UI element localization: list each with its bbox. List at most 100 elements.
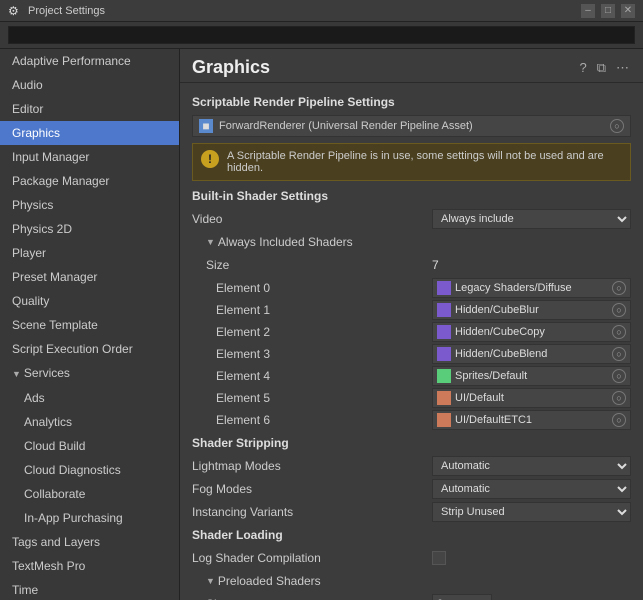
- element-0-label: Element 0: [192, 281, 432, 295]
- header-icons: ? ⧉ ⋯: [577, 58, 631, 78]
- element-0-circle-btn[interactable]: ○: [612, 281, 626, 295]
- element-5-value: UI/Default ○: [432, 388, 631, 408]
- sidebar-item-collaborate[interactable]: Collaborate: [0, 482, 179, 506]
- element-2-text: Hidden/CubeCopy: [455, 326, 612, 338]
- element-5-text: UI/Default: [455, 392, 612, 404]
- element-5-row: Element 5 UI/Default ○: [192, 388, 631, 408]
- close-button[interactable]: ✕: [621, 4, 635, 18]
- sidebar-item-scene-template[interactable]: Scene Template: [0, 313, 179, 337]
- element-3-text: Hidden/CubeBlend: [455, 348, 612, 360]
- lightmap-modes-select[interactable]: Automatic: [432, 456, 631, 476]
- sidebar-item-script-execution-order[interactable]: Script Execution Order: [0, 337, 179, 361]
- window-title: Project Settings: [28, 5, 105, 17]
- shader-loading-section-title: Shader Loading: [192, 528, 631, 542]
- instancing-variants-select[interactable]: Strip Unused: [432, 502, 631, 522]
- element-1-text: Hidden/CubeBlur: [455, 304, 612, 316]
- sidebar-item-textmesh-pro[interactable]: TextMesh Pro: [0, 554, 179, 578]
- video-select[interactable]: Always include: [432, 209, 631, 229]
- sidebar-item-audio[interactable]: Audio: [0, 73, 179, 97]
- sidebar-item-services[interactable]: ▼Services: [0, 361, 179, 386]
- warning-text: A Scriptable Render Pipeline is in use, …: [227, 150, 622, 174]
- more-options-icon[interactable]: ⋯: [614, 58, 631, 78]
- content-body: Scriptable Render Pipeline Settings ■ Fo…: [180, 83, 643, 600]
- search-bar: [0, 22, 643, 49]
- warning-icon: !: [201, 150, 219, 168]
- lightmap-modes-row: Lightmap Modes Automatic: [192, 456, 631, 476]
- title-bar-controls: – □ ✕: [581, 4, 635, 18]
- element-5-circle-btn[interactable]: ○: [612, 391, 626, 405]
- element-6-label: Element 6: [192, 413, 432, 427]
- element-2-label: Element 2: [192, 325, 432, 339]
- element-6-text: UI/DefaultETC1: [455, 414, 612, 426]
- fog-modes-select[interactable]: Automatic: [432, 479, 631, 499]
- element-2-circle-btn[interactable]: ○: [612, 325, 626, 339]
- ais-size-label: Size: [192, 258, 432, 272]
- element-1-icon: [437, 303, 451, 317]
- sidebar-item-cloud-diagnostics[interactable]: Cloud Diagnostics: [0, 458, 179, 482]
- srp-asset-icon: ■: [199, 119, 213, 133]
- srp-asset-name: ForwardRenderer (Universal Render Pipeli…: [219, 120, 610, 132]
- srp-asset-circle-btn[interactable]: ○: [610, 119, 624, 133]
- sidebar-item-physics-2d[interactable]: Physics 2D: [0, 217, 179, 241]
- sidebar-item-cloud-build[interactable]: Cloud Build: [0, 434, 179, 458]
- search-input[interactable]: [8, 26, 635, 44]
- sidebar-item-preset-manager[interactable]: Preset Manager: [0, 265, 179, 289]
- ais-triangle: ▼: [206, 237, 215, 247]
- element-0-icon: [437, 281, 451, 295]
- element-6-row: Element 6 UI/DefaultETC1 ○: [192, 410, 631, 430]
- element-3-value: Hidden/CubeBlend ○: [432, 344, 631, 364]
- fog-modes-row: Fog Modes Automatic: [192, 479, 631, 499]
- title-bar: ⚙ Project Settings – □ ✕: [0, 0, 643, 22]
- always-included-shaders-label[interactable]: ▼ Always Included Shaders: [192, 235, 432, 249]
- element-3-circle-btn[interactable]: ○: [612, 347, 626, 361]
- lightmap-modes-label: Lightmap Modes: [192, 459, 432, 473]
- warning-box: ! A Scriptable Render Pipeline is in use…: [192, 143, 631, 181]
- sidebar-item-input-manager[interactable]: Input Manager: [0, 145, 179, 169]
- sidebar-item-package-manager[interactable]: Package Manager: [0, 169, 179, 193]
- sidebar-item-ads[interactable]: Ads: [0, 386, 179, 410]
- sidebar-item-analytics[interactable]: Analytics: [0, 410, 179, 434]
- log-shader-compilation-label: Log Shader Compilation: [192, 551, 432, 565]
- ps-triangle: ▼: [206, 576, 215, 586]
- content-header: Graphics ? ⧉ ⋯: [180, 49, 643, 83]
- sidebar-item-adaptive-performance[interactable]: Adaptive Performance: [0, 49, 179, 73]
- preloaded-shaders-label[interactable]: ▼ Preloaded Shaders: [192, 574, 432, 588]
- sidebar-item-physics[interactable]: Physics: [0, 193, 179, 217]
- sidebar-item-quality[interactable]: Quality: [0, 289, 179, 313]
- element-4-text: Sprites/Default: [455, 370, 612, 382]
- project-icon: ⚙: [8, 4, 22, 18]
- content-area: Graphics ? ⧉ ⋯ Scriptable Render Pipelin…: [180, 49, 643, 600]
- sidebar-item-player[interactable]: Player: [0, 241, 179, 265]
- element-5-label: Element 5: [192, 391, 432, 405]
- sidebar-item-editor[interactable]: Editor: [0, 97, 179, 121]
- element-4-circle-btn[interactable]: ○: [612, 369, 626, 383]
- sidebar-item-time[interactable]: Time: [0, 578, 179, 600]
- help-icon[interactable]: ?: [577, 58, 588, 78]
- sidebar-item-graphics[interactable]: Graphics: [0, 121, 179, 145]
- element-1-circle-btn[interactable]: ○: [612, 303, 626, 317]
- sidebar-item-in-app-purchasing[interactable]: In-App Purchasing: [0, 506, 179, 530]
- element-2-icon: [437, 325, 451, 339]
- element-3-row: Element 3 Hidden/CubeBlend ○: [192, 344, 631, 364]
- element-0-value: Legacy Shaders/Diffuse ○: [432, 278, 631, 298]
- ais-size-row: Size 7: [192, 255, 631, 275]
- element-6-icon: [437, 413, 451, 427]
- element-0-text: Legacy Shaders/Diffuse: [455, 282, 612, 294]
- ps-size-input[interactable]: [432, 594, 492, 600]
- builtin-shader-section-title: Built-in Shader Settings: [192, 189, 631, 203]
- settings-sliders-icon[interactable]: ⧉: [595, 58, 608, 78]
- element-6-circle-btn[interactable]: ○: [612, 413, 626, 427]
- minimize-button[interactable]: –: [581, 4, 595, 18]
- page-title: Graphics: [192, 57, 270, 78]
- element-4-row: Element 4 Sprites/Default ○: [192, 366, 631, 386]
- maximize-button[interactable]: □: [601, 4, 615, 18]
- main-layout: Adaptive Performance Audio Editor Graphi…: [0, 49, 643, 600]
- log-shader-compilation-row: Log Shader Compilation: [192, 548, 631, 568]
- sidebar-item-tags-and-layers[interactable]: Tags and Layers: [0, 530, 179, 554]
- log-shader-compilation-checkbox[interactable]: [432, 551, 446, 565]
- instancing-variants-label: Instancing Variants: [192, 505, 432, 519]
- element-4-value: Sprites/Default ○: [432, 366, 631, 386]
- ais-size-value: 7: [432, 258, 631, 272]
- element-2-row: Element 2 Hidden/CubeCopy ○: [192, 322, 631, 342]
- element-3-icon: [437, 347, 451, 361]
